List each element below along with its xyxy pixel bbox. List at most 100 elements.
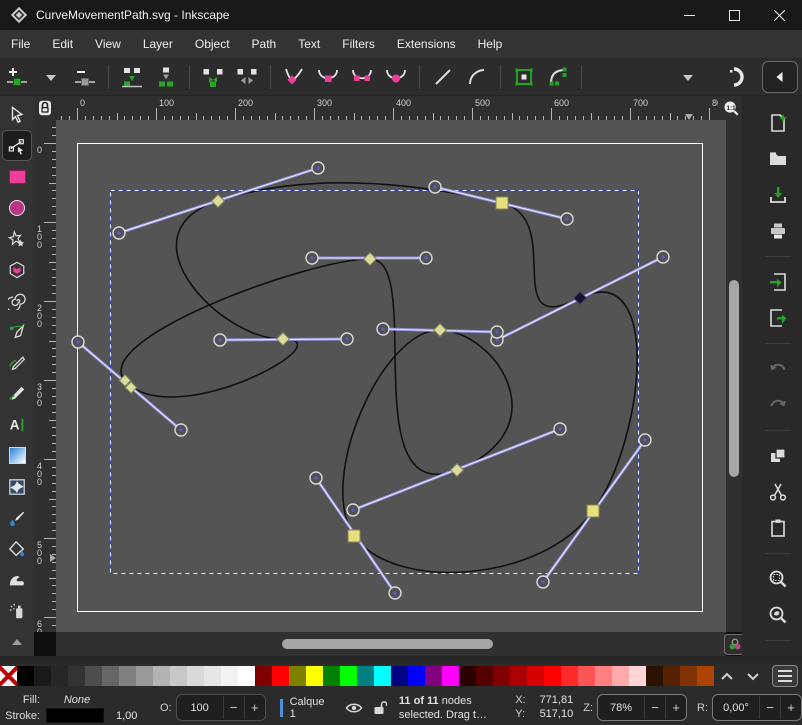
plus-icon[interactable]: + — [780, 696, 801, 719]
plus-icon[interactable]: + — [244, 696, 265, 719]
palette-swatch[interactable] — [476, 666, 493, 686]
horizontal-scrollbar[interactable] — [56, 632, 726, 656]
path-node-cusp[interactable] — [277, 333, 290, 346]
palette-swatch[interactable] — [442, 666, 459, 686]
menu-item-extensions[interactable]: Extensions — [386, 30, 467, 58]
palette-swatch[interactable] — [374, 666, 391, 686]
palette-swatch[interactable] — [595, 666, 612, 686]
palette-swatch[interactable] — [357, 666, 374, 686]
menu-item-help[interactable]: Help — [467, 30, 514, 58]
stroke-color-swatch[interactable] — [46, 708, 104, 723]
minimize-button[interactable] — [667, 0, 712, 30]
plus-icon[interactable]: + — [665, 696, 686, 719]
opacity-spinbox[interactable]: 100 − + — [176, 694, 266, 721]
calligraphy-tool-button[interactable] — [3, 379, 31, 408]
export-button[interactable] — [763, 305, 793, 331]
rectangle-tool-button[interactable] — [3, 162, 31, 191]
palette-swatch[interactable] — [255, 666, 272, 686]
palette-swatch[interactable] — [680, 666, 697, 686]
open-document-button[interactable] — [763, 146, 793, 172]
palette-swatch[interactable] — [238, 666, 255, 686]
palette-swatch[interactable] — [102, 666, 119, 686]
redo-button[interactable] — [763, 392, 793, 418]
palette-swatch[interactable] — [289, 666, 306, 686]
palette-swatch[interactable] — [425, 666, 442, 686]
palette-scroll-down-button[interactable] — [740, 665, 766, 687]
new-document-button[interactable] — [763, 110, 793, 136]
palette-swatch[interactable] — [51, 666, 68, 686]
palette-swatch[interactable] — [221, 666, 238, 686]
quick-zoom-button[interactable]: 1:1 — [718, 96, 744, 120]
corner-node-button[interactable] — [278, 62, 310, 92]
palette-swatch[interactable] — [85, 666, 102, 686]
save-document-button[interactable] — [763, 182, 793, 208]
spiral-tool-button[interactable] — [3, 286, 31, 315]
palette-swatch[interactable] — [170, 666, 187, 686]
stroke-to-path-button[interactable] — [542, 62, 574, 92]
path-node-smooth[interactable] — [587, 505, 599, 517]
symmetric-node-button[interactable] — [346, 62, 378, 92]
bezier-path[interactable] — [121, 183, 637, 573]
delete-node-button[interactable] — [69, 62, 101, 92]
path-node-cusp[interactable] — [451, 464, 464, 477]
undo-button[interactable] — [763, 356, 793, 382]
cut-button[interactable] — [763, 479, 793, 505]
palette-swatch[interactable] — [17, 666, 34, 686]
palette-swatch[interactable] — [493, 666, 510, 686]
print-button[interactable] — [763, 218, 793, 244]
palette-swatch[interactable] — [510, 666, 527, 686]
palette-swatch[interactable] — [544, 666, 561, 686]
vertical-scrollbar[interactable] — [726, 120, 742, 632]
path-node-cusp[interactable] — [212, 195, 225, 208]
path-node-cusp[interactable] — [434, 324, 447, 337]
text-tool-button[interactable]: A — [3, 410, 31, 439]
minus-icon[interactable]: − — [223, 696, 244, 719]
layer-visibility-toggle[interactable] — [345, 701, 363, 715]
menu-item-edit[interactable]: Edit — [41, 30, 84, 58]
layer-name[interactable]: Calque 1 — [290, 696, 333, 720]
palette-swatch[interactable] — [646, 666, 663, 686]
minus-icon[interactable]: − — [759, 696, 780, 719]
pencil-tool-button[interactable] — [3, 348, 31, 377]
mesh-gradient-tool-button[interactable] — [3, 472, 31, 501]
palette-swatch[interactable] — [629, 666, 646, 686]
fill-stroke-indicator[interactable]: Fill: None Stroke: 1,00 — [2, 692, 140, 724]
layer-lock-toggle[interactable] — [373, 700, 387, 715]
paste-button[interactable] — [763, 515, 793, 541]
insert-node-dropdown[interactable] — [35, 62, 67, 92]
palette-swatch[interactable] — [323, 666, 340, 686]
menu-item-file[interactable]: File — [0, 30, 41, 58]
palette-swatch[interactable] — [408, 666, 425, 686]
palette-swatch[interactable] — [578, 666, 595, 686]
dropper-tool-button[interactable] — [3, 503, 31, 532]
rotation-spinbox[interactable]: 0,00° − + — [712, 694, 802, 721]
palette-swatch[interactable] — [663, 666, 680, 686]
menu-item-text[interactable]: Text — [287, 30, 331, 58]
gradient-tool-button[interactable] — [3, 441, 31, 470]
path-node-cusp[interactable] — [364, 253, 377, 266]
palette-swatch[interactable] — [459, 666, 476, 686]
path-node-smooth[interactable] — [496, 197, 508, 209]
spray-tool-button[interactable] — [3, 596, 31, 625]
palette-swatch[interactable] — [34, 666, 51, 686]
horizontal-ruler[interactable]: 0100200300400500600700800 — [56, 96, 718, 120]
node-tool-button[interactable] — [3, 131, 31, 160]
ellipse-tool-button[interactable] — [3, 193, 31, 222]
palette-swatch[interactable] — [119, 666, 136, 686]
menu-item-path[interactable]: Path — [241, 30, 288, 58]
import-button[interactable] — [763, 269, 793, 295]
pen-tool-button[interactable] — [3, 317, 31, 346]
menu-item-view[interactable]: View — [84, 30, 132, 58]
line-segment-button[interactable] — [427, 62, 459, 92]
tweak-tool-button[interactable] — [3, 565, 31, 594]
palette-swatch[interactable] — [561, 666, 578, 686]
canvas[interactable] — [56, 120, 726, 632]
palette-swatch[interactable] — [527, 666, 544, 686]
palette-swatch[interactable] — [187, 666, 204, 686]
zoom-selection-button[interactable] — [763, 566, 793, 592]
join-nodes-button[interactable] — [150, 62, 182, 92]
zoom-spinbox[interactable]: 78% − + — [597, 694, 687, 721]
menu-item-object[interactable]: Object — [184, 30, 241, 58]
ruler-lock-button[interactable] — [34, 96, 56, 120]
path-node-smooth[interactable] — [348, 530, 360, 542]
